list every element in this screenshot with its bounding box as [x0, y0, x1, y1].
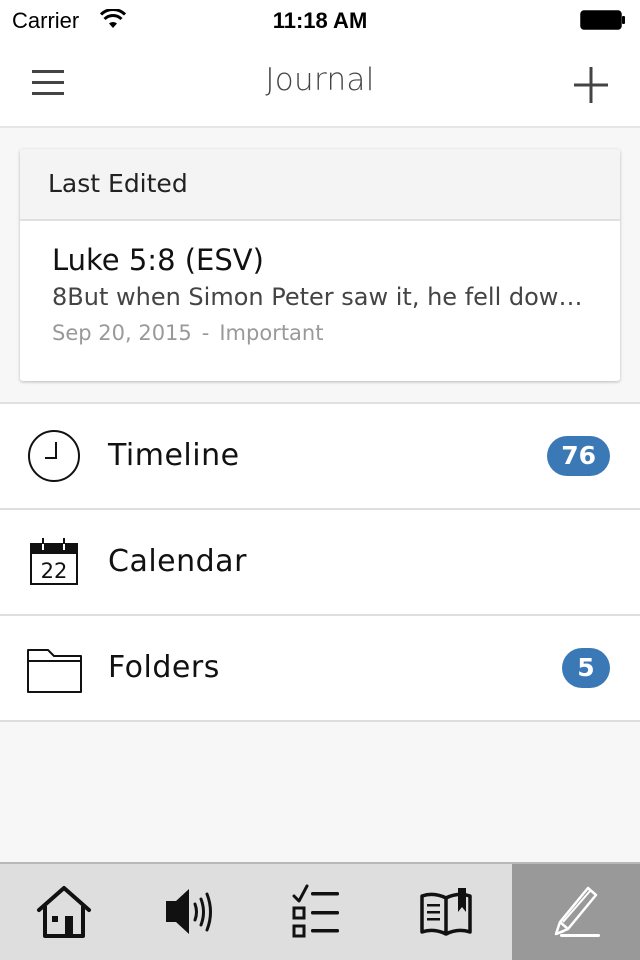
entry-snippet: 8But when Simon Peter saw it, he fell do… [52, 283, 592, 311]
tab-journal[interactable] [512, 864, 640, 960]
tab-plans[interactable] [256, 864, 384, 960]
list-item-label: Folders [108, 650, 220, 685]
entry-tag: Important [219, 321, 324, 345]
list-item-label: Calendar [108, 544, 247, 579]
list-item-label: Timeline [108, 438, 240, 473]
tab-audio[interactable] [128, 864, 256, 960]
card-header: Last Edited [20, 149, 620, 221]
tab-bar [0, 862, 640, 960]
speaker-icon [166, 889, 212, 934]
add-entry-button[interactable] [566, 60, 616, 110]
list-item-calendar[interactable]: 22 Calendar [0, 510, 640, 616]
plus-icon [574, 67, 608, 103]
page-title: Journal [265, 62, 375, 98]
checklist-icon [292, 884, 339, 938]
clock-icon [28, 430, 80, 482]
last-edited-card[interactable]: Last Edited Luke 5:8 (ESV) 8But when Sim… [20, 149, 620, 381]
entry-preview: Luke 5:8 (ESV) 8But when Simon Peter saw… [20, 221, 620, 345]
tab-bible[interactable] [384, 864, 512, 960]
entry-meta: Sep 20, 2015- Important [52, 321, 620, 345]
journal-sections-list: Timeline 76 22 Calendar Folders 5 [0, 402, 640, 722]
calendar-day: 22 [41, 559, 68, 583]
entry-title: Luke 5:8 (ESV) [52, 243, 264, 277]
status-bar: Carrier 11:18 AM [0, 0, 640, 40]
book-bookmark-icon [420, 888, 472, 936]
navigation-bar: Journal [0, 40, 640, 128]
battery-full-icon [580, 10, 625, 30]
home-icon [37, 886, 91, 938]
tab-home[interactable] [0, 864, 128, 960]
timeline-count-badge: 76 [547, 436, 610, 476]
meta-separator: - [201, 321, 210, 345]
calendar-icon: 22 [30, 538, 78, 585]
entry-date: Sep 20, 2015 [52, 321, 192, 345]
list-item-timeline[interactable]: Timeline 76 [0, 404, 640, 510]
folders-count-badge: 5 [562, 648, 610, 688]
folder-icon [27, 649, 82, 693]
clock-time: 11:18 AM [272, 8, 368, 33]
pencil-icon [554, 886, 600, 937]
list-item-folders[interactable]: Folders 5 [0, 616, 640, 722]
